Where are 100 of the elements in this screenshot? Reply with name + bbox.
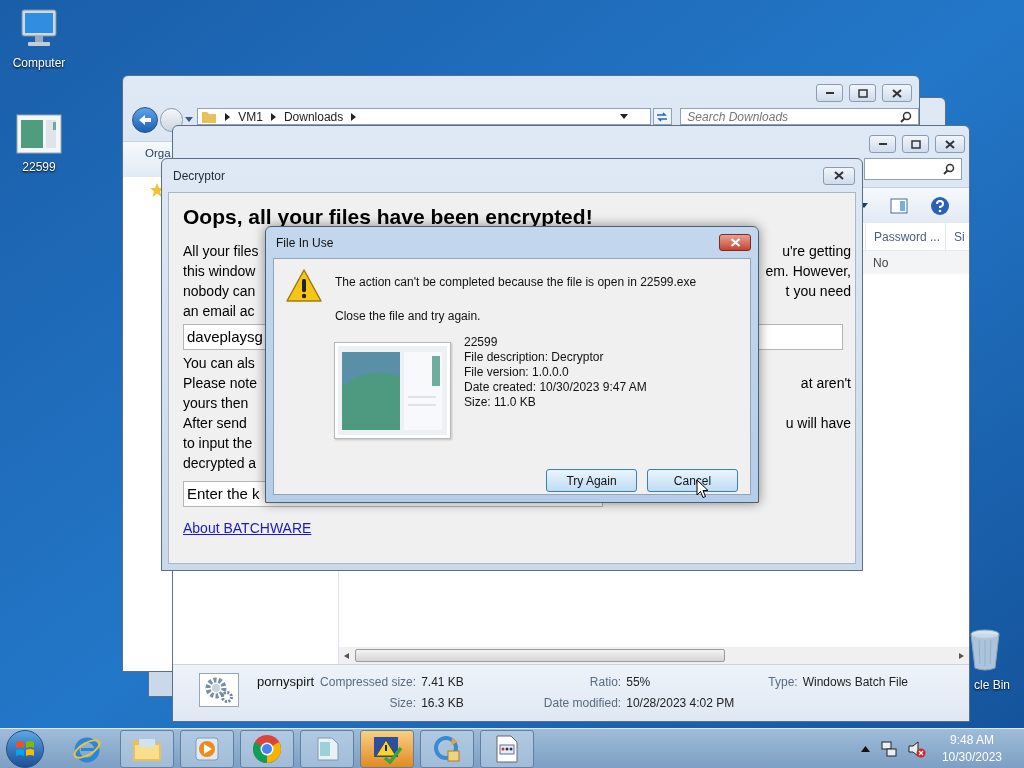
document-thumbnail-icon bbox=[16, 114, 62, 154]
close-button[interactable] bbox=[823, 166, 855, 185]
chevron-icon bbox=[270, 112, 276, 121]
minimize-button[interactable] bbox=[816, 84, 843, 102]
warning-icon bbox=[285, 268, 323, 304]
address-bar[interactable]: VM1 Downloads bbox=[197, 108, 651, 125]
taskbar-button[interactable] bbox=[180, 729, 234, 768]
message-text: You can als bbox=[183, 354, 255, 373]
dropdown-icon[interactable] bbox=[619, 113, 628, 120]
taskbar-button[interactable] bbox=[420, 729, 474, 768]
detail-value: 10/28/2023 4:02 PM bbox=[626, 695, 735, 712]
close-button[interactable] bbox=[719, 234, 751, 251]
refresh-button[interactable] bbox=[652, 108, 673, 125]
detail-label: Date modified: bbox=[543, 695, 622, 712]
minimize-button[interactable] bbox=[869, 135, 896, 153]
recycle-bin-icon bbox=[967, 628, 1003, 672]
message-text: u will have bbox=[785, 414, 851, 433]
message-text: at aren't bbox=[800, 374, 851, 393]
minimize-icon bbox=[824, 91, 835, 95]
taskbar-button[interactable] bbox=[300, 729, 354, 768]
message-text: yours then bbox=[183, 394, 249, 413]
message-text: this window bbox=[183, 262, 256, 281]
search-field[interactable]: Search Downloads bbox=[680, 108, 919, 125]
file-detail: File description: Decryptor bbox=[464, 350, 605, 365]
network-icon[interactable] bbox=[879, 739, 898, 758]
back-arrow-icon bbox=[137, 114, 152, 126]
desktop-icon-label[interactable]: Computer bbox=[12, 54, 66, 72]
minimize-icon bbox=[877, 142, 888, 146]
taskbar-button[interactable] bbox=[120, 729, 174, 768]
desktop-icon-label[interactable]: 22599 bbox=[22, 158, 56, 176]
detail-label: Size: bbox=[388, 695, 417, 712]
dialog-hint: Close the file and try again. bbox=[335, 308, 482, 325]
search-icon bbox=[943, 163, 955, 175]
breadcrumb[interactable]: Downloads bbox=[283, 109, 344, 124]
close-icon bbox=[945, 139, 955, 149]
detail-value: 55% bbox=[626, 674, 652, 691]
chevron-icon bbox=[351, 112, 357, 121]
taskbar-button[interactable] bbox=[240, 729, 294, 768]
file-detail: 22599 bbox=[464, 335, 499, 350]
dialog-button[interactable]: Try Again bbox=[546, 469, 637, 492]
maximize-icon bbox=[857, 88, 868, 98]
detail-value: Windows Batch File bbox=[802, 674, 909, 691]
message-text: decrypted a bbox=[183, 454, 257, 473]
search-icon bbox=[900, 110, 912, 123]
table-cell-text: No bbox=[872, 254, 889, 272]
dialog-title: File In Use bbox=[276, 234, 334, 252]
close-button[interactable] bbox=[882, 84, 912, 102]
message-text: u're getting bbox=[782, 242, 851, 261]
refresh-icon bbox=[432, 733, 462, 764]
file-detail: Date created: 10/30/2023 9:47 AM bbox=[464, 380, 647, 395]
chevron-icon bbox=[225, 112, 231, 121]
close-button[interactable] bbox=[935, 135, 965, 153]
maximize-button[interactable] bbox=[902, 135, 929, 153]
back-button[interactable] bbox=[132, 107, 158, 133]
close-icon bbox=[892, 88, 902, 98]
star-icon bbox=[150, 183, 164, 197]
window-title: Decryptor bbox=[173, 167, 225, 185]
close-icon bbox=[834, 171, 844, 180]
taskbar-button[interactable] bbox=[480, 729, 534, 768]
message-text: After send bbox=[183, 414, 247, 433]
file-name: pornyspirt bbox=[257, 673, 315, 691]
search-field[interactable] bbox=[864, 158, 962, 180]
dialog-button[interactable]: Cancel bbox=[647, 469, 738, 492]
detail-label: Type: bbox=[768, 674, 798, 691]
detail-label: Compressed size: bbox=[320, 674, 417, 691]
file-detail: Size: 11.0 KB bbox=[464, 395, 537, 410]
message-text: an email ac bbox=[183, 302, 255, 321]
desktop-icon-label[interactable]: cle Bin bbox=[973, 676, 1010, 694]
about-link[interactable]: About BATCHWARE bbox=[183, 520, 312, 536]
close-icon bbox=[729, 238, 741, 247]
column-header[interactable]: Si bbox=[945, 223, 969, 250]
start-button[interactable] bbox=[6, 729, 44, 768]
document-icon bbox=[494, 733, 520, 764]
message-text: Please note bbox=[183, 374, 257, 393]
taskbar-button[interactable] bbox=[360, 729, 414, 768]
heading: Oops, all your files have been encrypted! bbox=[183, 204, 594, 230]
file-detail: File version: 1.0.0.0 bbox=[464, 365, 570, 380]
maximize-icon bbox=[910, 139, 921, 149]
maximize-button[interactable] bbox=[849, 84, 876, 102]
detail-value: 7.41 KB bbox=[421, 674, 464, 691]
message-text: nobody can bbox=[183, 282, 256, 301]
toolbar-item[interactable]: Orga bbox=[145, 147, 171, 159]
message-text: t you need bbox=[785, 282, 851, 301]
horizontal-scrollbar[interactable] bbox=[339, 647, 969, 664]
detail-label: Ratio: bbox=[588, 674, 622, 691]
help-icon[interactable] bbox=[930, 195, 950, 216]
message-text: to input the bbox=[183, 434, 253, 453]
media-player-icon bbox=[193, 734, 221, 763]
refresh-arrows-icon bbox=[656, 111, 669, 122]
message-text: All your files bbox=[183, 242, 259, 261]
message-text: em. However, bbox=[765, 262, 851, 281]
dialog-message: The action can't be completed because the file is open in 22599.exe bbox=[335, 274, 697, 291]
breadcrumb[interactable]: VM1 bbox=[238, 109, 263, 124]
detail-value: 16.3 KB bbox=[421, 695, 464, 712]
chrome-icon bbox=[251, 732, 283, 765]
column-header[interactable]: Password ... bbox=[865, 223, 945, 250]
scrollbar-thumb[interactable] bbox=[355, 649, 725, 662]
show-hidden-icons-icon[interactable] bbox=[860, 745, 870, 752]
volume-muted-icon[interactable] bbox=[907, 739, 926, 758]
windows-flag-icon bbox=[15, 739, 35, 758]
